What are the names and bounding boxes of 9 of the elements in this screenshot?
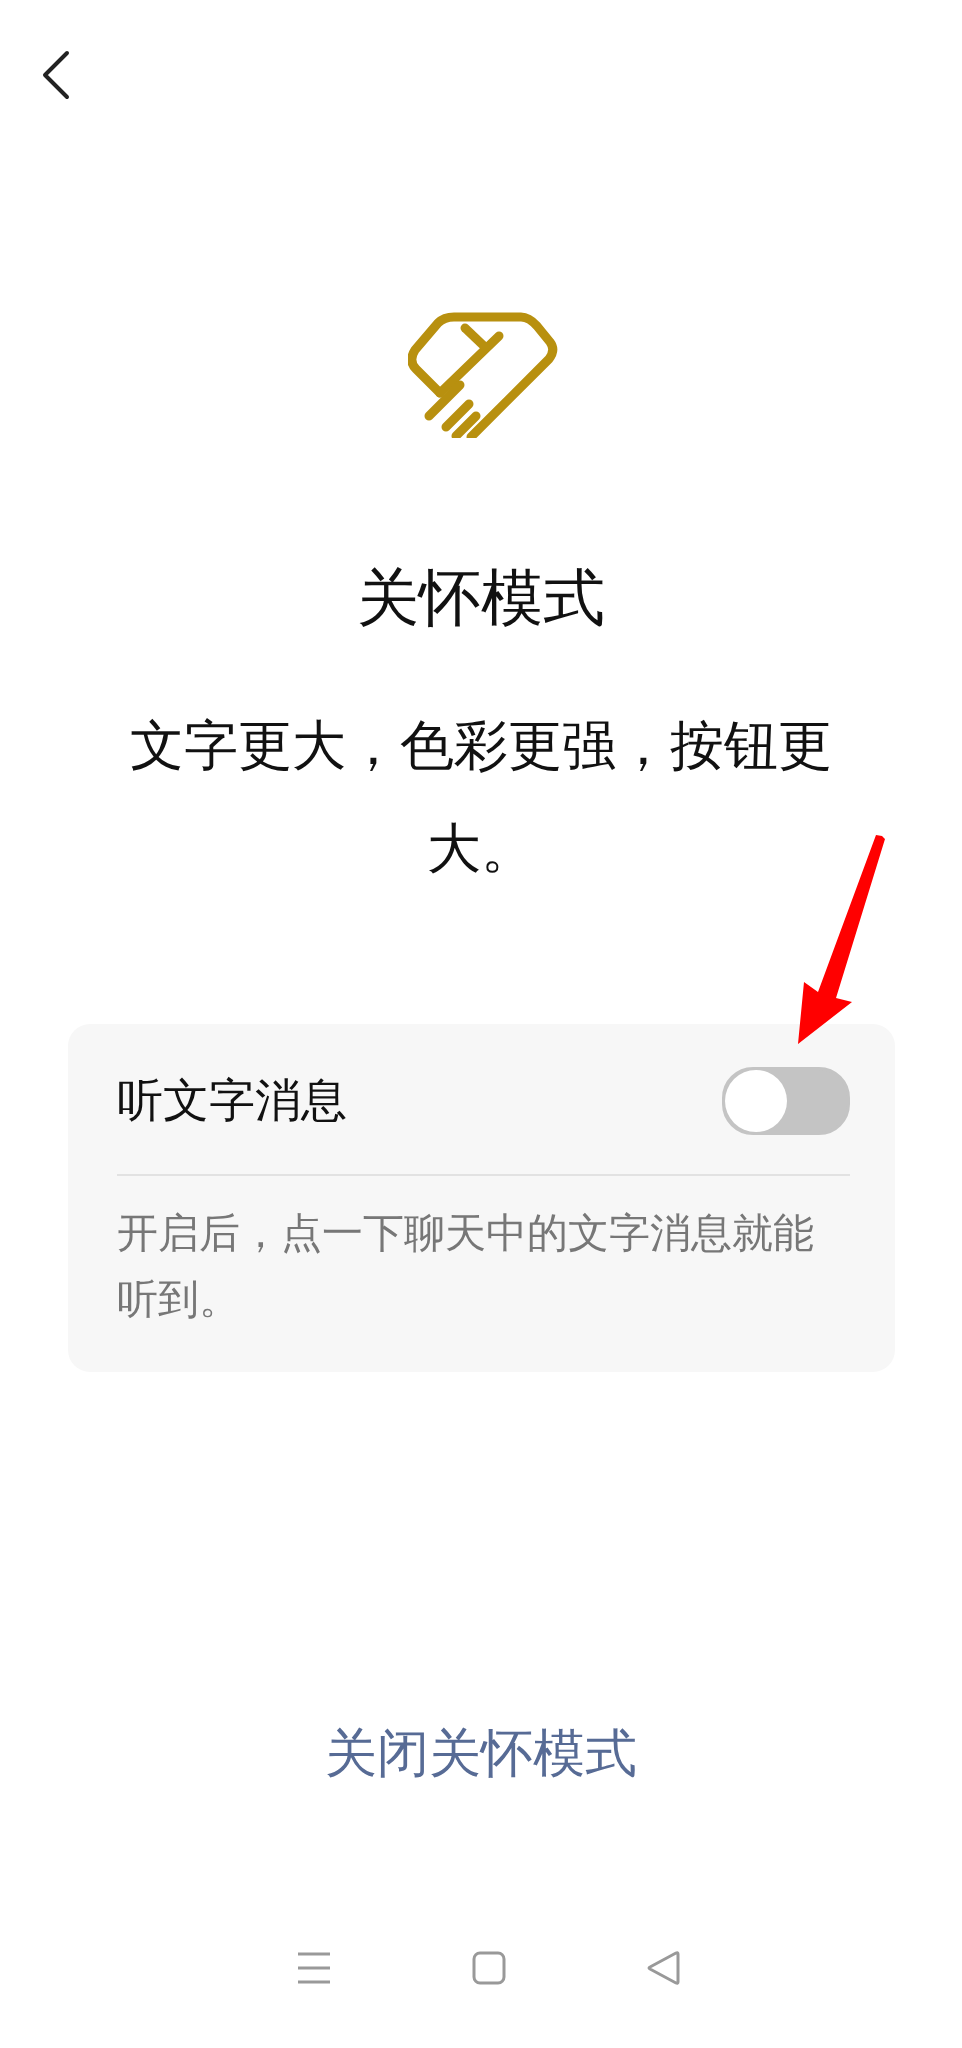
page-title: 关怀模式 xyxy=(357,560,605,636)
subtitle-text: 文字更大，色彩更强，按钮更大。 xyxy=(129,713,833,882)
back-icon[interactable] xyxy=(41,50,71,100)
menu-icon[interactable] xyxy=(296,1952,331,1984)
toggle-switch[interactable] xyxy=(722,1067,850,1135)
close-care-mode-link[interactable]: 关闭关怀模式 xyxy=(325,1718,637,1788)
home-icon[interactable] xyxy=(472,1951,506,1985)
setting-label: 听文字消息 xyxy=(117,1072,347,1129)
setting-description: 开启后，点一下聊天中的文字消息就能听到。 xyxy=(117,1208,815,1325)
